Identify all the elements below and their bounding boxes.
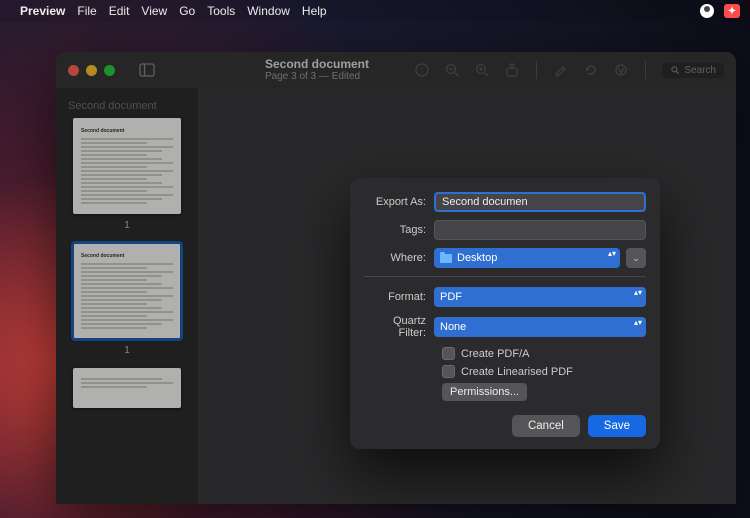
divider — [364, 276, 646, 277]
chevron-updown-icon: ▴▾ — [634, 319, 642, 327]
format-popup[interactable]: PDF ▴▾ — [434, 287, 646, 307]
quartz-filter-value: None — [440, 321, 466, 333]
menu-window[interactable]: Window — [247, 4, 290, 18]
chevron-down-icon: ⌄ — [632, 253, 640, 264]
menu-help[interactable]: Help — [302, 4, 327, 18]
save-button[interactable]: Save — [588, 415, 646, 437]
menu-tools[interactable]: Tools — [207, 4, 235, 18]
chevron-updown-icon: ▴▾ — [634, 289, 642, 297]
cancel-button[interactable]: Cancel — [512, 415, 580, 437]
export-as-label: Export As: — [364, 196, 434, 208]
notification-badge-icon[interactable]: ✦ — [724, 4, 740, 18]
quartz-filter-label: Quartz Filter: — [364, 315, 434, 339]
chevron-updown-icon: ▴▾ — [608, 250, 616, 258]
permissions-button[interactable]: Permissions... — [442, 383, 527, 401]
folder-icon — [440, 254, 452, 263]
format-label: Format: — [364, 291, 434, 303]
app-menu[interactable]: Preview — [20, 4, 65, 18]
user-icon[interactable] — [700, 4, 714, 18]
create-linearised-checkbox[interactable] — [442, 365, 455, 378]
menu-file[interactable]: File — [77, 4, 96, 18]
expand-browser-button[interactable]: ⌄ — [626, 248, 646, 268]
tags-label: Tags: — [364, 224, 434, 236]
quartz-filter-popup[interactable]: None ▴▾ — [434, 317, 646, 337]
export-as-field[interactable] — [434, 192, 646, 212]
where-label: Where: — [364, 252, 434, 264]
menubar: Preview File Edit View Go Tools Window H… — [0, 0, 750, 22]
format-value: PDF — [440, 291, 462, 303]
where-value: Desktop — [457, 252, 497, 264]
menu-view[interactable]: View — [141, 4, 167, 18]
create-pdfa-checkbox[interactable] — [442, 347, 455, 360]
create-linearised-label: Create Linearised PDF — [461, 366, 573, 378]
export-dialog: Export As: Tags: Where: Desktop ▴▾ ⌄ For… — [350, 178, 660, 449]
create-pdfa-label: Create PDF/A — [461, 348, 529, 360]
where-popup[interactable]: Desktop ▴▾ — [434, 248, 620, 268]
tags-field[interactable] — [434, 220, 646, 240]
menu-go[interactable]: Go — [179, 4, 195, 18]
menu-edit[interactable]: Edit — [109, 4, 130, 18]
